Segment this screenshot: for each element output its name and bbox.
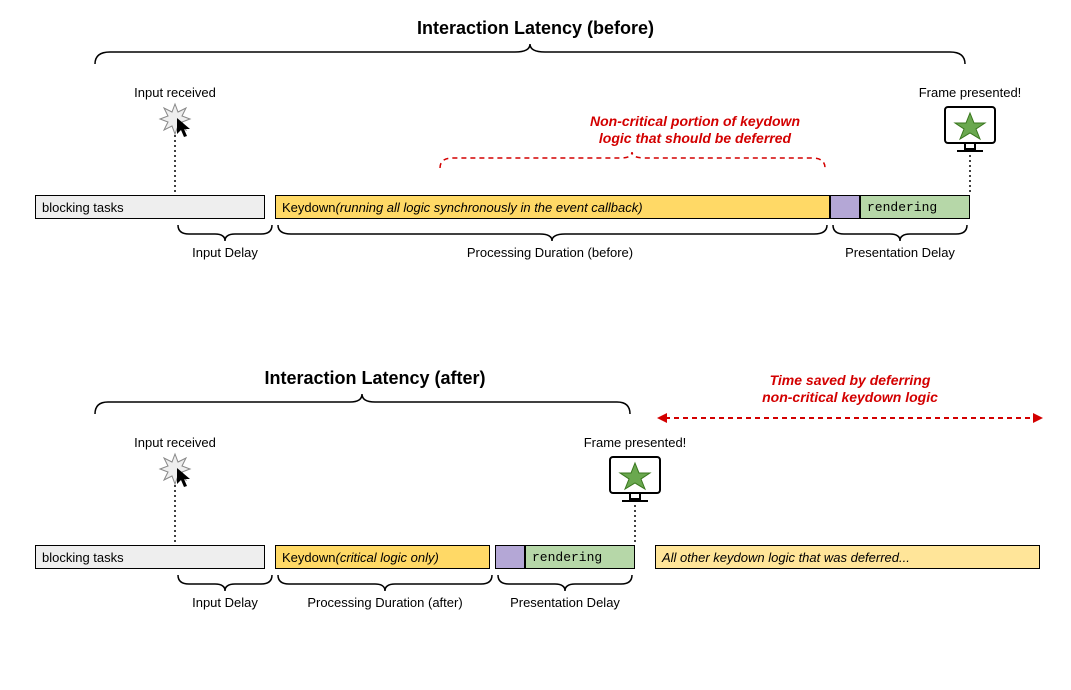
ub-presentation-label-before: Presentation Delay (820, 245, 980, 260)
block-blocking-before: blocking tasks (35, 195, 265, 219)
input-received-label-before: Input received (120, 85, 230, 100)
blocking-text-before: blocking tasks (42, 200, 124, 215)
title-before: Interaction Latency (before) (0, 18, 1071, 39)
monitor-icon-before (943, 105, 997, 155)
block-keydown-after: Keydown (critical logic only) (275, 545, 490, 569)
brace-top-after (90, 392, 635, 418)
frame-presented-label-after: Frame presented! (565, 435, 705, 450)
block-purple-before (830, 195, 860, 219)
ub-processing-before (275, 222, 830, 244)
keydown-prefix-after: Keydown (282, 550, 335, 565)
defer-note: Non-critical portion of keydown logic th… (545, 113, 845, 147)
ub-presentation-after (495, 572, 635, 594)
render-text-before: rendering (867, 200, 937, 215)
input-dotted-line-before (174, 135, 176, 195)
diagram-before: Interaction Latency (before) Input recei… (0, 0, 1071, 310)
monitor-icon-after (608, 455, 662, 505)
cursor-icon (176, 117, 192, 139)
ub-input-delay-label-before: Input Delay (160, 245, 290, 260)
time-saved-arrow (655, 410, 1045, 426)
brace-top-before (90, 42, 970, 68)
block-keydown-before: Keydown (running all logic synchronously… (275, 195, 830, 219)
ub-input-delay-label-after: Input Delay (160, 595, 290, 610)
time-saved-note: Time saved by deferring non-critical key… (700, 372, 1000, 406)
block-blocking-after: blocking tasks (35, 545, 265, 569)
blocking-text-after: blocking tasks (42, 550, 124, 565)
block-render-after: rendering (525, 545, 635, 569)
ub-processing-label-before: Processing Duration (before) (400, 245, 700, 260)
cursor-icon-after (176, 467, 192, 489)
ub-processing-label-after: Processing Duration (after) (280, 595, 490, 610)
ub-input-delay-before (175, 222, 275, 244)
deferred-text-after: All other keydown logic that was deferre… (662, 550, 910, 565)
frame-presented-label-before: Frame presented! (900, 85, 1040, 100)
ub-presentation-label-after: Presentation Delay (490, 595, 640, 610)
input-received-label-after: Input received (120, 435, 230, 450)
block-deferred-after: All other keydown logic that was deferre… (655, 545, 1040, 569)
defer-brace (435, 150, 830, 172)
render-text-after: rendering (532, 550, 602, 565)
title-after: Interaction Latency (after) (115, 368, 635, 389)
block-render-before: rendering (860, 195, 970, 219)
frame-dotted-line-before (969, 155, 971, 195)
ub-input-delay-after (175, 572, 275, 594)
input-dotted-line-after (174, 485, 176, 545)
keydown-prefix-before: Keydown (282, 200, 335, 215)
keydown-italic-before: (running all logic synchronously in the … (335, 200, 642, 215)
ub-processing-after (275, 572, 495, 594)
block-purple-after (495, 545, 525, 569)
frame-dotted-line-after (634, 505, 636, 545)
diagram-after: Interaction Latency (after) Time saved b… (0, 350, 1071, 670)
keydown-italic-after: (critical logic only) (335, 550, 438, 565)
ub-presentation-before (830, 222, 970, 244)
